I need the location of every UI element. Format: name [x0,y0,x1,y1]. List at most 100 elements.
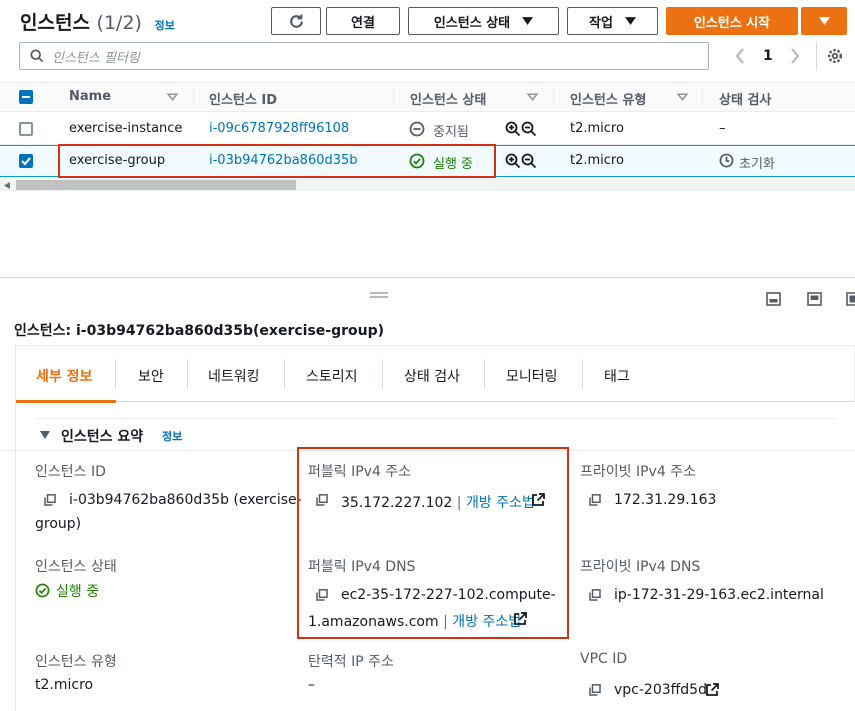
tab-tags[interactable]: 태그 [604,366,630,386]
selected-count: (1/2) [96,12,142,34]
column-divider[interactable] [393,87,394,107]
check-icon [21,157,31,166]
zoom-out-icon[interactable] [521,121,537,137]
sort-icon[interactable] [677,93,688,101]
gear-icon[interactable] [826,47,844,65]
scrollbar-thumb[interactable] [16,180,296,190]
scroll-left-icon[interactable] [4,182,10,189]
vpc-id-label: VPC ID [580,651,628,667]
launch-instance-label: 인스턴스 시작 [693,15,771,31]
refresh-icon [289,14,303,28]
public-dns-value: ec2-35-172-227-102.compute- [341,587,556,603]
column-divider[interactable] [702,87,703,107]
external-link-icon[interactable] [531,493,545,507]
external-link-icon[interactable] [513,612,527,626]
connect-button[interactable]: 연결 [326,7,400,35]
page-number[interactable]: 1 [763,48,773,64]
launch-instance-button[interactable]: 인스턴스 시작 [666,7,798,35]
split-view-side-icon[interactable] [846,292,855,306]
instance-state-text: 실행 중 [433,157,474,172]
search-input[interactable]: 인스턴스 필터링 [19,42,709,70]
private-ip-value: 172.31.29.163 [614,492,717,508]
caret-down-icon [818,17,830,25]
title-text: 인스턴스 [20,12,90,34]
info-link[interactable]: 정보 [155,19,175,32]
public-dns-value-cont: 1.amazonaws.com [308,614,439,630]
instance-type: t2.micro [570,153,624,168]
refresh-button[interactable] [271,7,321,35]
search-icon [30,49,44,63]
status-check: – [719,121,726,136]
zoom-in-icon[interactable] [505,153,521,169]
open-address-link[interactable]: 개방 주소법 [466,495,535,511]
split-view-bottom-icon[interactable] [766,292,781,306]
copy-icon[interactable] [589,589,601,601]
split-view-full-icon[interactable] [807,292,822,306]
vpc-id-link[interactable]: vpc-203ffd5d [614,682,707,698]
private-dns-value: ip-172-31-29-163.ec2.internal [614,587,824,603]
row-checkbox[interactable] [19,154,33,168]
tab-details[interactable]: 세부 정보 [36,366,92,386]
running-icon [409,153,425,169]
section-divider [35,418,835,419]
sort-icon[interactable] [527,93,538,101]
instance-type-value: t2.micro [35,677,94,693]
column-divider[interactable] [553,87,554,107]
instance-state-dropdown[interactable]: 인스턴스 상태 [408,7,559,35]
zoom-in-icon[interactable] [505,121,521,137]
summary-info-link[interactable]: 정보 [162,428,182,444]
copy-icon[interactable] [316,494,328,506]
instance-id-link[interactable]: i-09c6787928ff96108 [209,121,349,136]
tab-divider [284,359,285,389]
private-ip-label: 프라이빗 IPv4 주소 [580,464,696,480]
instance-state-value: 실행 중 [56,584,100,600]
connect-label: 연결 [351,15,375,31]
tab-status-checks[interactable]: 상태 검사 [404,366,460,386]
column-header-status-check[interactable]: 상태 검사 [719,89,771,108]
private-dns-label: 프라이빗 IPv4 DNS [580,559,701,575]
copy-icon[interactable] [589,684,601,696]
row-checkbox[interactable] [19,122,33,136]
separator: | [456,495,462,511]
public-ip-value: 35.172.227.102 [341,495,453,511]
chevron-right-icon[interactable] [790,48,800,64]
zoom-out-icon[interactable] [521,153,537,169]
column-header-name[interactable]: Name [69,89,111,104]
instance-id-link[interactable]: i-03b94762ba860d35b [209,153,358,168]
tab-divider [187,359,188,389]
instance-type: t2.micro [570,121,624,136]
page-title: 인스턴스 (1/2) 정보 [20,8,175,35]
instance-state-text: 중지됨 [433,125,469,140]
elastic-ip-value: – [308,677,315,693]
chevron-left-icon[interactable] [735,48,745,64]
copy-icon[interactable] [316,589,328,601]
sort-icon[interactable] [167,93,178,101]
tab-monitoring[interactable]: 모니터링 [506,366,558,386]
tab-networking[interactable]: 네트워킹 [208,366,260,386]
instance-id-value: i-03b94762ba860d35b (exercise- [69,492,302,508]
actions-label: 작업 [589,15,613,31]
column-divider[interactable] [193,87,194,107]
column-header-instance-state[interactable]: 인스턴스 상태 [410,89,486,108]
select-all-checkbox[interactable] [19,90,33,104]
stopped-icon [409,121,425,137]
column-header-instance-type[interactable]: 인스턴스 유형 [570,89,646,108]
tab-storage[interactable]: 스토리지 [306,366,358,386]
actions-dropdown[interactable]: 작업 [567,7,658,35]
tab-divider [115,359,116,389]
copy-icon[interactable] [589,494,601,506]
external-link-icon[interactable] [705,683,719,697]
drag-handle-icon[interactable] [370,292,388,298]
open-address-link[interactable]: 개방 주소법 [452,614,521,630]
instance-id-value-cont: group) [35,516,82,532]
launch-options-button[interactable] [801,7,847,35]
tab-security[interactable]: 보안 [138,366,164,386]
copy-icon[interactable] [44,494,56,506]
tab-divider [582,359,583,389]
detail-heading: 인스턴스: i-03b94762ba860d35b(exercise-group… [14,323,385,339]
search-placeholder: 인스턴스 필터링 [52,50,140,66]
column-header-instance-id[interactable]: 인스턴스 ID [209,89,277,108]
separator: | [443,614,448,630]
caret-down-icon[interactable] [40,431,50,439]
summary-title[interactable]: 인스턴스 요약 [61,426,143,446]
